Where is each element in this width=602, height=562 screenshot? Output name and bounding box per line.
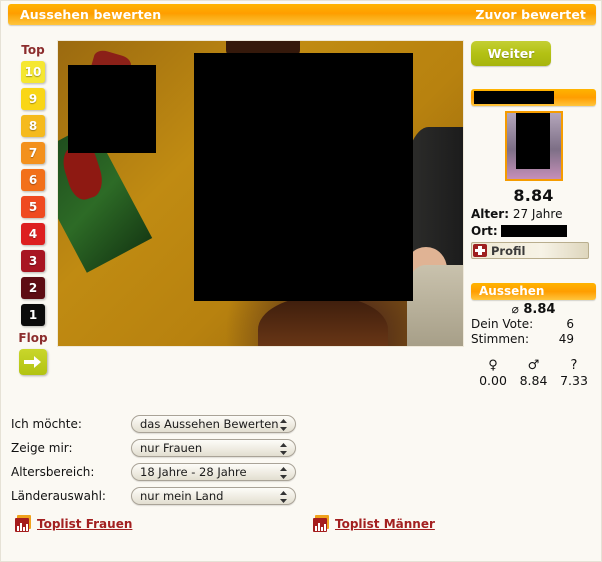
rating-button-8[interactable]: 8 xyxy=(21,115,45,137)
toplist-women-label: Toplist Frauen xyxy=(37,517,133,531)
profile-location-redaction xyxy=(501,225,568,237)
filter-select-1[interactable]: nur Frauen xyxy=(131,438,296,457)
profile-button[interactable]: Profil xyxy=(471,242,589,259)
filter-row: Zeige mir: nur Frauen xyxy=(11,437,296,458)
bar-chart-icon xyxy=(313,515,331,533)
thumbnail-redaction xyxy=(515,113,550,169)
toplist-links: Toplist Frauen Toplist Männer xyxy=(1,515,601,539)
stepper-arrows-icon[interactable] xyxy=(279,490,288,503)
filter-select-3[interactable]: nur mein Land xyxy=(131,486,296,505)
profile-location-row: Ort: xyxy=(471,224,596,239)
next-button[interactable]: Weiter xyxy=(471,41,551,66)
profile-thumbnail-wrap xyxy=(471,111,596,184)
gender-stats-row: ♀ 0.00 ♂ 8.84? 7.33 xyxy=(471,358,596,389)
gender-stat-value: 7.33 xyxy=(560,373,588,388)
photo-redaction xyxy=(68,65,156,153)
filter-label: Ich möchte: xyxy=(11,416,82,431)
rating-button-6[interactable]: 6 xyxy=(21,169,45,191)
rating-button-3[interactable]: 3 xyxy=(21,250,45,272)
rating-button-5[interactable]: 5 xyxy=(21,196,45,218)
rail-flop-label: Flop xyxy=(18,331,48,345)
male-icon: ♂ xyxy=(527,358,540,373)
profile-age-row: Alter: 27 Jahre xyxy=(471,207,596,222)
rating-rail: Top 10 9 8 7 6 5 4 3 2 1 Flop xyxy=(9,43,57,375)
page-header-bar: Aussehen bewerten Zuvor bewertet xyxy=(8,4,596,25)
looks-stat-value: 49 xyxy=(558,332,574,346)
filter-select-value: nur Frauen xyxy=(140,440,203,455)
looks-section-header: Aussehen xyxy=(471,283,596,300)
rating-button-2[interactable]: 2 xyxy=(21,277,45,299)
filter-label: Altersbereich: xyxy=(11,464,95,479)
stepper-arrows-icon[interactable] xyxy=(279,442,288,455)
toplist-women-link[interactable]: Toplist Frauen xyxy=(15,515,132,533)
looks-stat-label: Stimmen: xyxy=(471,332,530,346)
rating-button-7[interactable]: 7 xyxy=(21,142,45,164)
looks-stat-row: Stimmen: 49 xyxy=(471,332,596,347)
profile-age-label: Alter: xyxy=(471,207,509,221)
rating-button-4[interactable]: 4 xyxy=(21,223,45,245)
looks-stat-row: Dein Vote: 6 xyxy=(471,317,596,332)
filter-form: Ich möchte: das Aussehen Bewerten Zeige mi… xyxy=(11,413,296,509)
filter-label: Zeige mir: xyxy=(11,440,73,455)
stepper-arrows-icon[interactable] xyxy=(279,418,288,431)
gender-stat-value: 0.00 xyxy=(479,373,507,388)
rating-button-10[interactable]: 10 xyxy=(21,61,45,83)
stepper-arrows-icon[interactable] xyxy=(279,466,288,479)
profile-badge-icon xyxy=(473,244,487,257)
female-icon: ♀ xyxy=(488,358,498,373)
filter-row: Ich möchte: das Aussehen Bewerten xyxy=(11,413,296,434)
gender-stat-cell: ♂ 8.84 xyxy=(516,358,552,389)
bar-chart-icon xyxy=(15,515,33,533)
filter-label: Länderauswahl: xyxy=(11,488,106,503)
photo-detail xyxy=(407,265,463,346)
rating-buttons-group: 10 9 8 7 6 5 4 3 2 1 xyxy=(9,61,57,326)
gender-stat-value: 8.84 xyxy=(519,373,548,388)
looks-stats-list: Dein Vote: 6 Stimmen: 49 xyxy=(471,317,596,347)
profile-score: 8.84 xyxy=(513,186,554,205)
page-root: Aussehen bewerten Zuvor bewertet Top 10 9… xyxy=(0,0,602,562)
profile-button-label: Profil xyxy=(491,244,526,258)
filter-select-value: nur mein Land xyxy=(140,488,224,503)
right-sidebar: Weiter 8.84 Alter: 27 Jahre Ort: Profil … xyxy=(471,41,596,388)
looks-stat-label: Dein Vote: xyxy=(471,317,534,331)
looks-average-value: 8.84 xyxy=(523,302,556,317)
looks-stat-value: 6 xyxy=(566,317,574,331)
filter-row: Länderauswahl: nur mein Land xyxy=(11,485,296,506)
toplist-men-label: Toplist Männer xyxy=(335,517,435,531)
filter-select-value: 18 Jahre - 28 Jahre xyxy=(140,464,247,479)
unknown-gender-icon: ? xyxy=(570,358,578,373)
filter-select-value: das Aussehen Bewerten xyxy=(140,416,279,431)
page-title: Aussehen bewerten xyxy=(20,7,162,22)
filter-row: Altersbereich: 18 Jahre - 28 Jahre xyxy=(11,461,296,482)
profile-location-label: Ort: xyxy=(471,224,498,238)
gender-stat-cell: ? 7.33 xyxy=(556,358,592,389)
rating-button-1[interactable]: 1 xyxy=(21,304,45,326)
skip-arrow-button[interactable] xyxy=(19,349,47,375)
looks-average-row: ⌀ 8.84 xyxy=(471,302,596,317)
rail-top-label: Top xyxy=(21,43,45,57)
gender-stat-cell: ♀ 0.00 xyxy=(475,358,511,389)
photo-detail xyxy=(258,296,388,346)
rating-button-9[interactable]: 9 xyxy=(21,88,45,110)
profile-name-bar xyxy=(471,89,596,106)
looks-section-title: Aussehen xyxy=(479,284,545,298)
profile-thumbnail[interactable] xyxy=(504,111,563,181)
average-symbol: ⌀ xyxy=(511,302,519,316)
previously-rated-link[interactable]: Zuvor bewertet xyxy=(475,7,586,22)
toplist-men-link[interactable]: Toplist Männer xyxy=(313,515,435,533)
photo-redaction xyxy=(194,53,413,301)
rated-photo[interactable] xyxy=(58,41,463,346)
profile-age-value: 27 Jahre xyxy=(512,207,563,221)
username-redaction xyxy=(474,91,554,104)
filter-select-0[interactable]: das Aussehen Bewerten xyxy=(131,414,296,433)
filter-select-2[interactable]: 18 Jahre - 28 Jahre xyxy=(131,462,296,481)
